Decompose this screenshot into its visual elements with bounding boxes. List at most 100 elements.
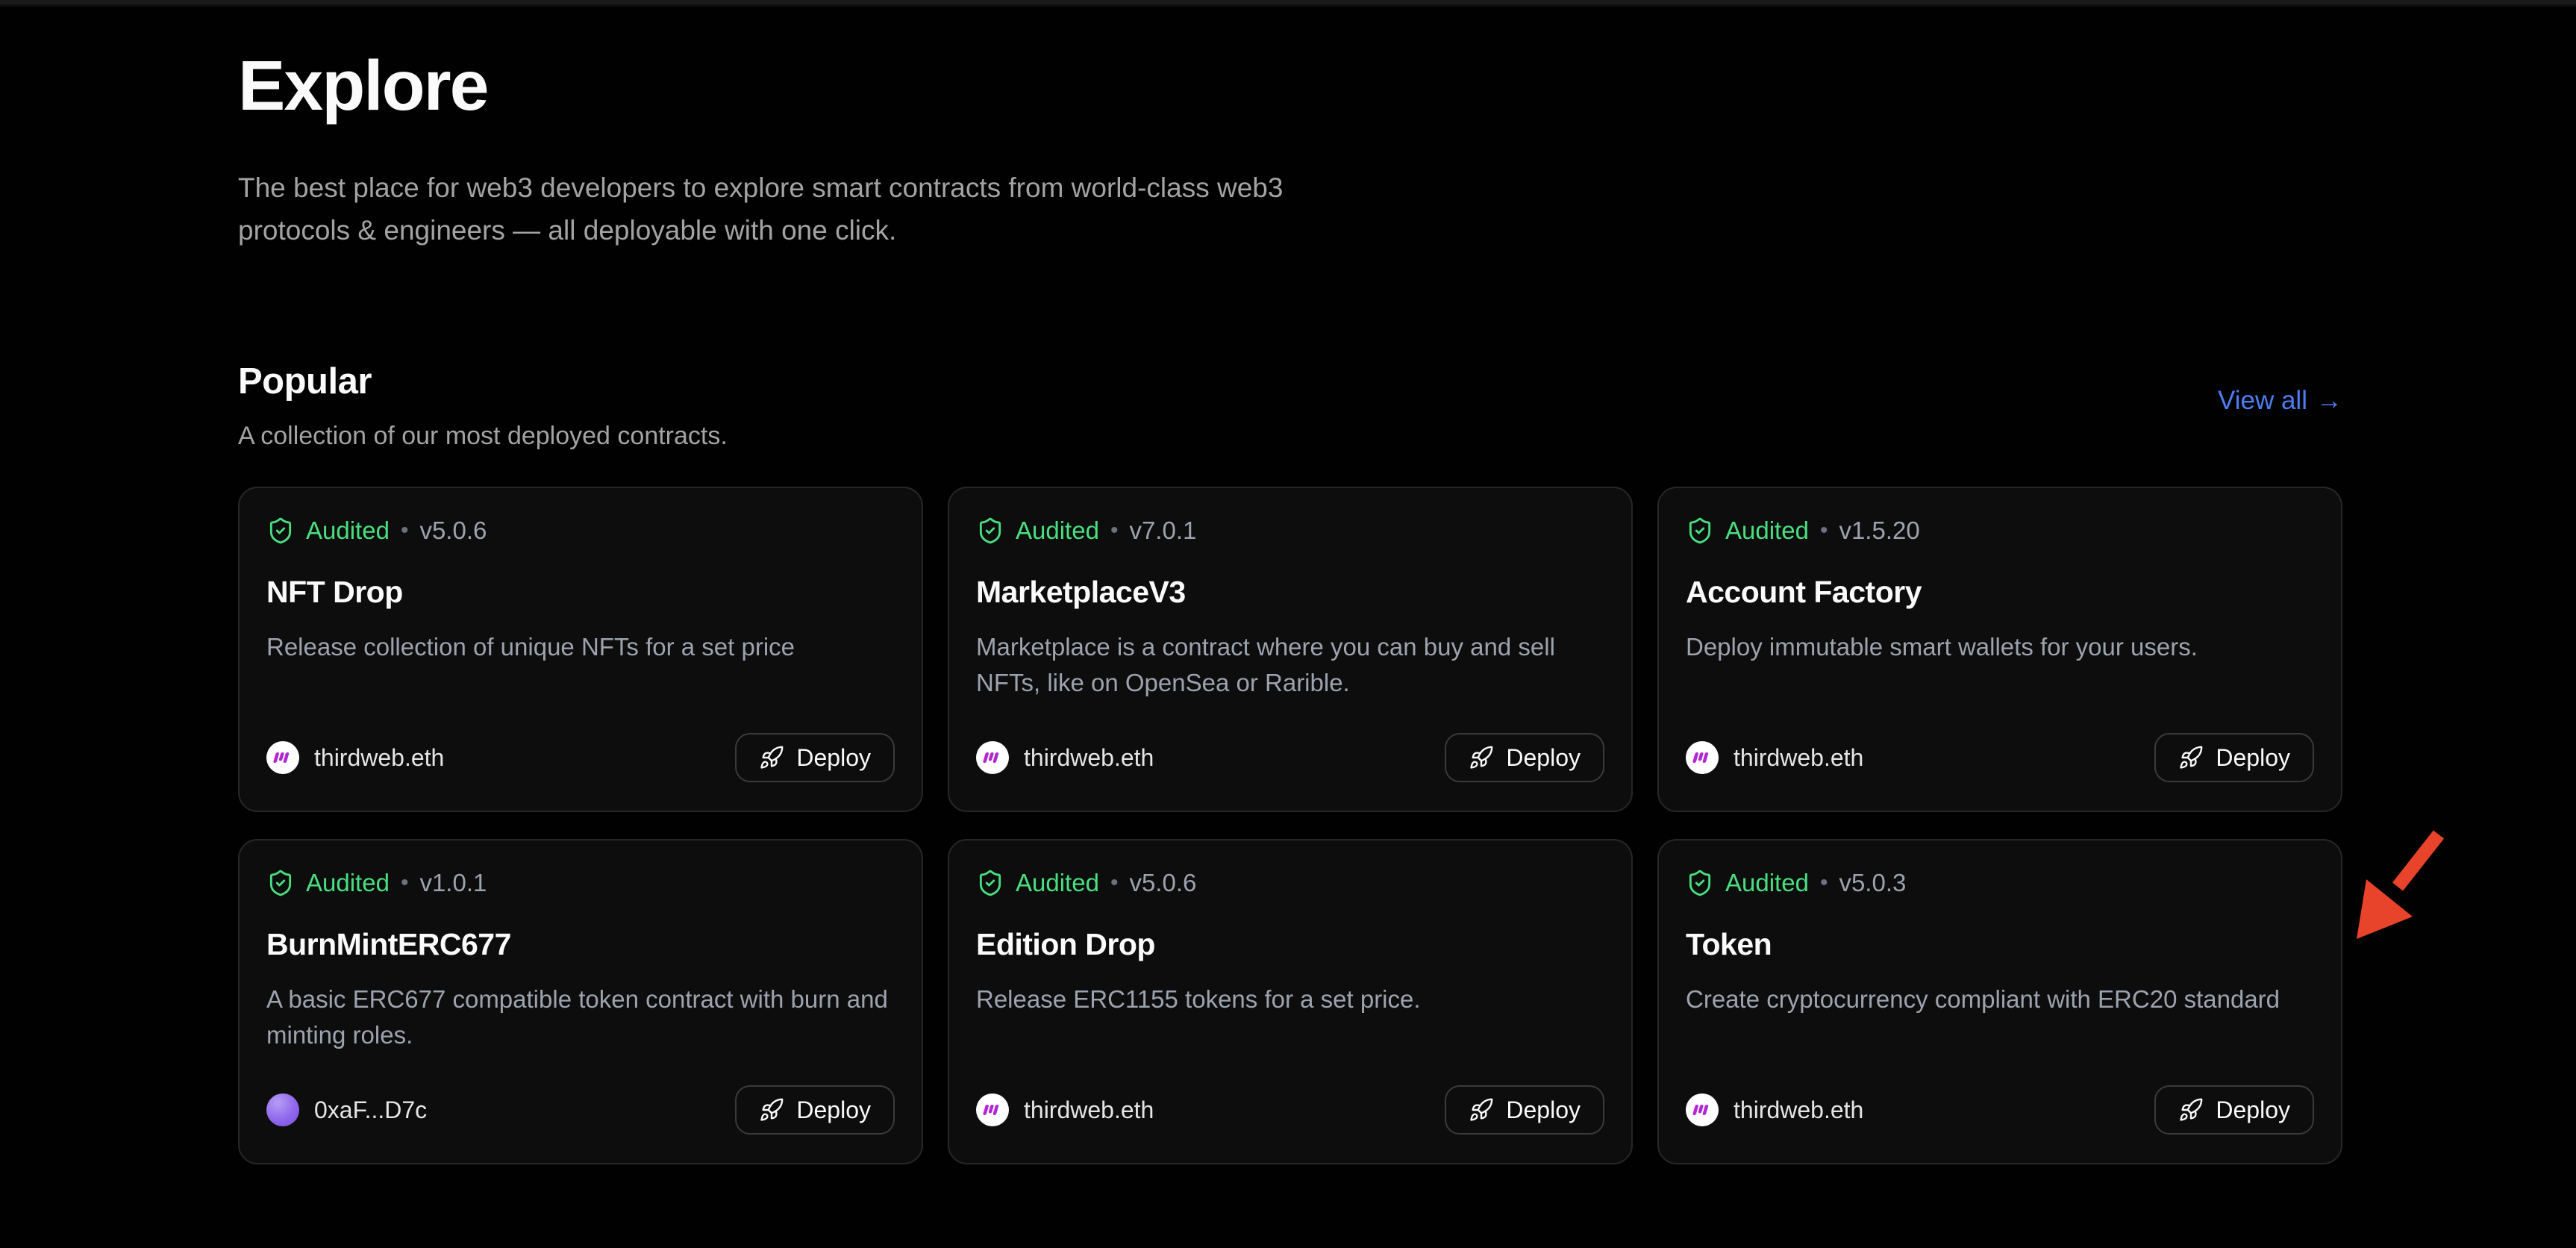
card-footer: thirdweb.eth Deploy <box>976 1085 1604 1135</box>
card-badge-row: Audited • v7.0.1 <box>976 517 1604 545</box>
card-title: MarketplaceV3 <box>976 575 1604 610</box>
audited-badge: Audited <box>1016 869 1099 897</box>
card-footer: thirdweb.eth Deploy <box>1686 1085 2314 1135</box>
shield-check-icon <box>266 869 295 897</box>
rocket-icon <box>2178 1097 2204 1123</box>
publisher[interactable]: thirdweb.eth <box>1686 741 1863 774</box>
shield-check-icon <box>976 517 1004 545</box>
deploy-button[interactable]: Deploy <box>735 733 895 782</box>
top-strip <box>0 0 2576 7</box>
view-all-label: View all <box>2218 386 2307 416</box>
version-badge: v1.5.20 <box>1839 517 1919 545</box>
publisher[interactable]: thirdweb.eth <box>266 741 444 774</box>
version-badge: v5.0.6 <box>419 517 487 545</box>
badge-separator: • <box>1820 518 1828 543</box>
popular-section-heading: Popular A collection of our most deploye… <box>238 361 728 451</box>
thirdweb-logo-icon <box>981 1102 1004 1117</box>
audited-badge: Audited <box>1725 869 1809 897</box>
thirdweb-logo-icon <box>1691 1102 1713 1117</box>
deploy-button[interactable]: Deploy <box>1445 1085 1604 1135</box>
deploy-button-label: Deploy <box>2216 1096 2290 1124</box>
version-badge: v1.0.1 <box>419 869 487 897</box>
contract-card-nft-drop[interactable]: Audited • v5.0.6 NFT Drop Release collec… <box>238 487 923 812</box>
contract-card-burnminterc677[interactable]: Audited • v1.0.1 BurnMintERC677 A basic … <box>238 839 923 1164</box>
deploy-button-label: Deploy <box>796 744 871 772</box>
version-badge: v5.0.6 <box>1129 869 1196 897</box>
deploy-button-label: Deploy <box>2216 744 2290 772</box>
card-title: Edition Drop <box>976 927 1604 962</box>
contract-card-marketplacev3[interactable]: Audited • v7.0.1 MarketplaceV3 Marketpla… <box>948 487 1633 812</box>
thirdweb-avatar <box>1686 741 1719 774</box>
arrow-right-icon: → <box>2316 386 2342 416</box>
card-title: Account Factory <box>1686 575 2314 610</box>
publisher[interactable]: thirdweb.eth <box>976 1093 1154 1126</box>
contract-card-account-factory[interactable]: Audited • v1.5.20 Account Factory Deploy… <box>1657 487 2342 812</box>
badge-separator: • <box>1110 870 1119 896</box>
card-badge-row: Audited • v1.5.20 <box>1686 517 2314 545</box>
view-all-link[interactable]: View all → <box>2218 386 2342 416</box>
deploy-button-label: Deploy <box>1506 744 1581 772</box>
card-title: Token <box>1686 927 2314 962</box>
publisher-name: thirdweb.eth <box>1024 1096 1154 1124</box>
shield-check-icon <box>1686 869 1714 897</box>
thirdweb-avatar <box>976 741 1009 774</box>
deploy-button-label: Deploy <box>796 1096 871 1124</box>
deploy-button[interactable]: Deploy <box>1445 733 1604 782</box>
deploy-button[interactable]: Deploy <box>735 1085 895 1135</box>
audited-badge: Audited <box>1016 517 1099 545</box>
version-badge: v7.0.1 <box>1129 517 1196 545</box>
publisher-name: thirdweb.eth <box>1734 1096 1863 1124</box>
card-description: Marketplace is a contract where you can … <box>976 629 1604 701</box>
shield-check-icon <box>266 517 295 545</box>
badge-separator: • <box>1110 518 1119 543</box>
thirdweb-logo-icon <box>1691 750 1713 765</box>
card-title: BurnMintERC677 <box>266 927 895 962</box>
badge-separator: • <box>401 518 409 543</box>
badge-separator: • <box>401 870 409 896</box>
publisher-name: thirdweb.eth <box>1734 744 1863 772</box>
card-footer: thirdweb.eth Deploy <box>266 733 895 782</box>
badge-separator: • <box>1820 870 1828 896</box>
contract-card-edition-drop[interactable]: Audited • v5.0.6 Edition Drop Release ER… <box>948 839 1633 1164</box>
card-badge-row: Audited • v1.0.1 <box>266 869 895 897</box>
card-badge-row: Audited • v5.0.3 <box>1686 869 2314 897</box>
card-description: Deploy immutable smart wallets for your … <box>1686 629 2314 665</box>
deploy-button-label: Deploy <box>1506 1096 1581 1124</box>
shield-check-icon <box>1686 517 1714 545</box>
audited-badge: Audited <box>1725 517 1809 545</box>
rocket-icon <box>759 1097 784 1123</box>
card-footer: 0xaF...D7c Deploy <box>266 1085 895 1135</box>
thirdweb-avatar <box>976 1093 1009 1126</box>
page-subtitle: The best place for web3 developers to ex… <box>238 166 1372 252</box>
card-badge-row: Audited • v5.0.6 <box>266 517 895 545</box>
audited-badge: Audited <box>306 869 390 897</box>
page-title: Explore <box>238 48 2342 125</box>
card-footer: thirdweb.eth Deploy <box>976 733 1604 782</box>
card-badge-row: Audited • v5.0.6 <box>976 869 1604 897</box>
deploy-button[interactable]: Deploy <box>2154 1085 2314 1135</box>
publisher-name: 0xaF...D7c <box>314 1096 427 1124</box>
card-description: A basic ERC677 compatible token contract… <box>266 982 895 1053</box>
publisher-name: thirdweb.eth <box>314 744 444 772</box>
rocket-icon <box>2178 745 2204 770</box>
publisher[interactable]: thirdweb.eth <box>976 741 1154 774</box>
thirdweb-avatar <box>1686 1093 1719 1126</box>
section-subtitle: A collection of our most deployed contra… <box>238 422 728 451</box>
explore-page: Explore The best place for web3 develope… <box>0 0 2576 1248</box>
publisher[interactable]: 0xaF...D7c <box>266 1093 427 1126</box>
deploy-button[interactable]: Deploy <box>2154 733 2314 782</box>
contract-card-token[interactable]: Audited • v5.0.3 Token Create cryptocurr… <box>1657 839 2342 1164</box>
publisher[interactable]: thirdweb.eth <box>1686 1093 1863 1126</box>
contracts-grid: Audited • v5.0.6 NFT Drop Release collec… <box>238 487 2342 1164</box>
thirdweb-logo-icon <box>981 750 1004 765</box>
card-footer: thirdweb.eth Deploy <box>1686 733 2314 782</box>
shield-check-icon <box>976 869 1004 897</box>
thirdweb-avatar <box>266 741 299 774</box>
publisher-name: thirdweb.eth <box>1024 744 1154 772</box>
thirdweb-logo-icon <box>272 750 294 765</box>
card-description: Create cryptocurrency compliant with ERC… <box>1686 982 2314 1017</box>
card-description: Release collection of unique NFTs for a … <box>266 629 895 665</box>
main-content: Explore The best place for web3 develope… <box>238 48 2342 1164</box>
section-title: Popular <box>238 361 728 402</box>
rocket-icon <box>759 745 784 770</box>
